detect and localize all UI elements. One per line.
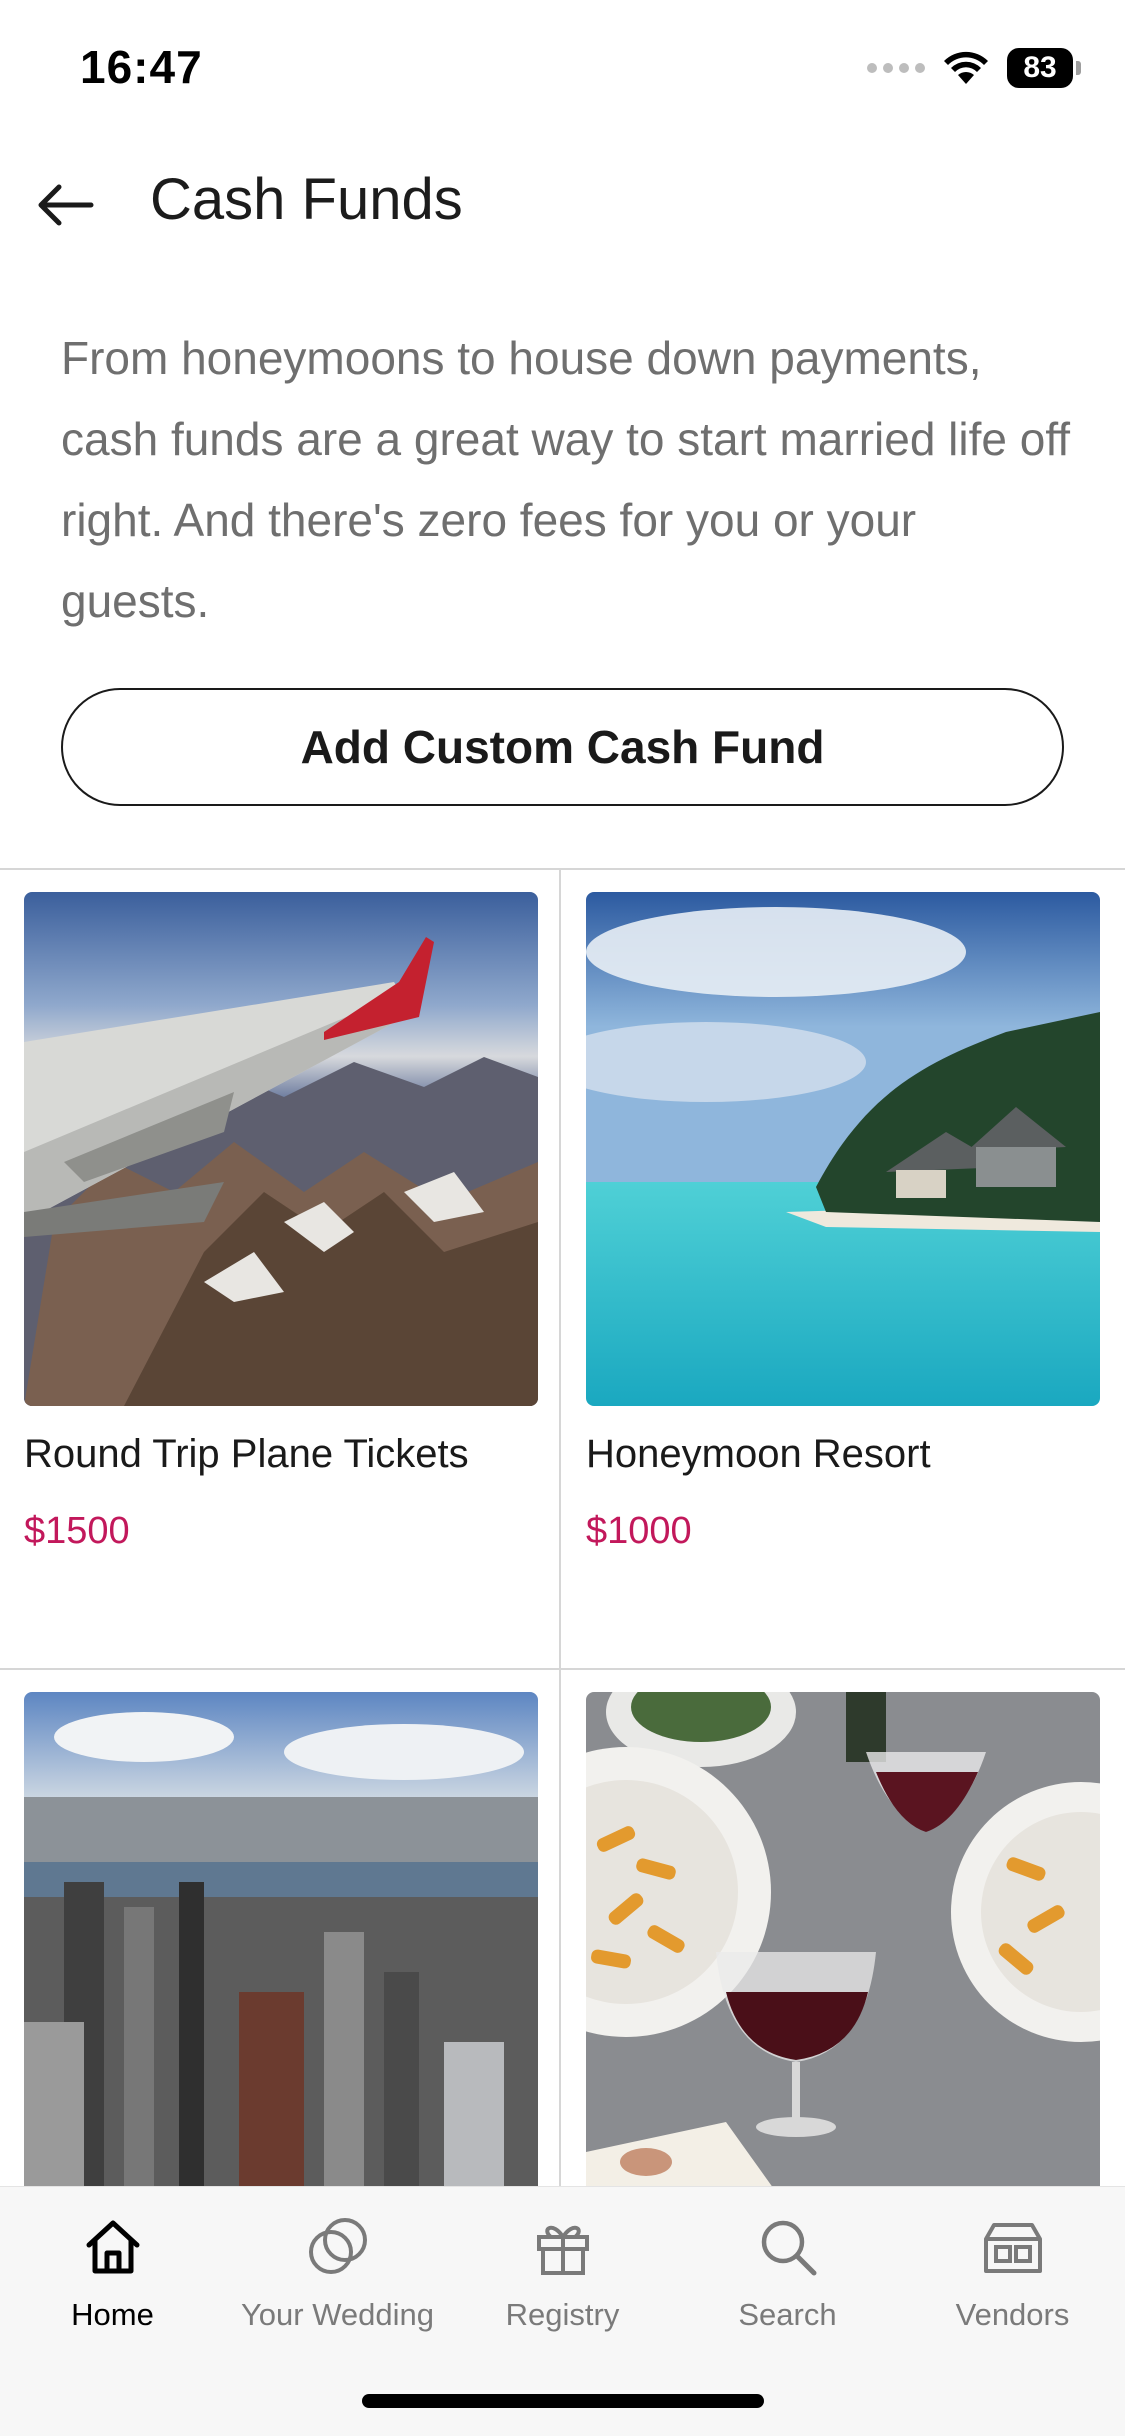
tab-label: Vendors (955, 2297, 1070, 2332)
fund-card-plane-tickets[interactable]: Round Trip Plane Tickets $1500 (0, 870, 561, 1670)
fund-name: Honeymoon Resort (586, 1432, 931, 1476)
status-bar: 16:47 83 (0, 0, 1125, 140)
fund-card-dinner[interactable] (561, 1670, 1125, 2206)
tab-label: Registry (505, 2297, 620, 2332)
tab-label: Search (738, 2297, 837, 2332)
battery-level: 83 (1007, 48, 1073, 88)
beach-resort-image (586, 892, 1100, 1406)
home-indicator[interactable] (362, 2394, 764, 2408)
tab-label: Home (71, 2297, 154, 2332)
pasta-wine-image (586, 1692, 1100, 2206)
fund-card-honeymoon-resort[interactable]: Honeymoon Resort $1000 (561, 870, 1125, 1670)
fund-card-city[interactable] (0, 1670, 561, 2206)
tab-your-wedding[interactable]: Your Wedding (225, 2207, 450, 2357)
home-icon (73, 2207, 153, 2287)
airplane-wing-image (24, 892, 538, 1406)
page-title: Cash Funds (150, 167, 463, 232)
tab-vendors[interactable]: Vendors (900, 2207, 1125, 2357)
tab-home[interactable]: Home (0, 2207, 225, 2357)
cash-funds-screen: 16:47 83 Cash Funds From honeymoons to h… (0, 0, 1125, 2436)
cellular-signal-icon (867, 63, 925, 73)
gift-icon (523, 2207, 603, 2287)
search-icon (748, 2207, 828, 2287)
fund-price: $1500 (24, 1510, 130, 1552)
wifi-icon (944, 51, 988, 84)
tab-label: Your Wedding (240, 2297, 435, 2332)
fund-name: Round Trip Plane Tickets (24, 1432, 469, 1476)
add-custom-cash-fund-button[interactable]: Add Custom Cash Fund (61, 688, 1064, 806)
status-icons: 83 (867, 48, 1081, 88)
back-button[interactable] (30, 170, 100, 240)
tab-search[interactable]: Search (675, 2207, 900, 2357)
vendors-icon (973, 2207, 1053, 2287)
status-time: 16:47 (80, 41, 203, 93)
header: Cash Funds (0, 140, 1125, 260)
arrow-left-icon (38, 184, 94, 226)
fund-price: $1000 (586, 1510, 692, 1552)
rings-icon (298, 2207, 378, 2287)
tab-registry[interactable]: Registry (450, 2207, 675, 2357)
intro-text: From honeymoons to house down payments, … (61, 332, 1071, 627)
cash-fund-grid: Round Trip Plane Tickets $1500 Honeymoon… (0, 868, 1125, 2206)
city-skyline-image (24, 1692, 538, 2206)
battery-icon: 83 (1007, 48, 1081, 88)
